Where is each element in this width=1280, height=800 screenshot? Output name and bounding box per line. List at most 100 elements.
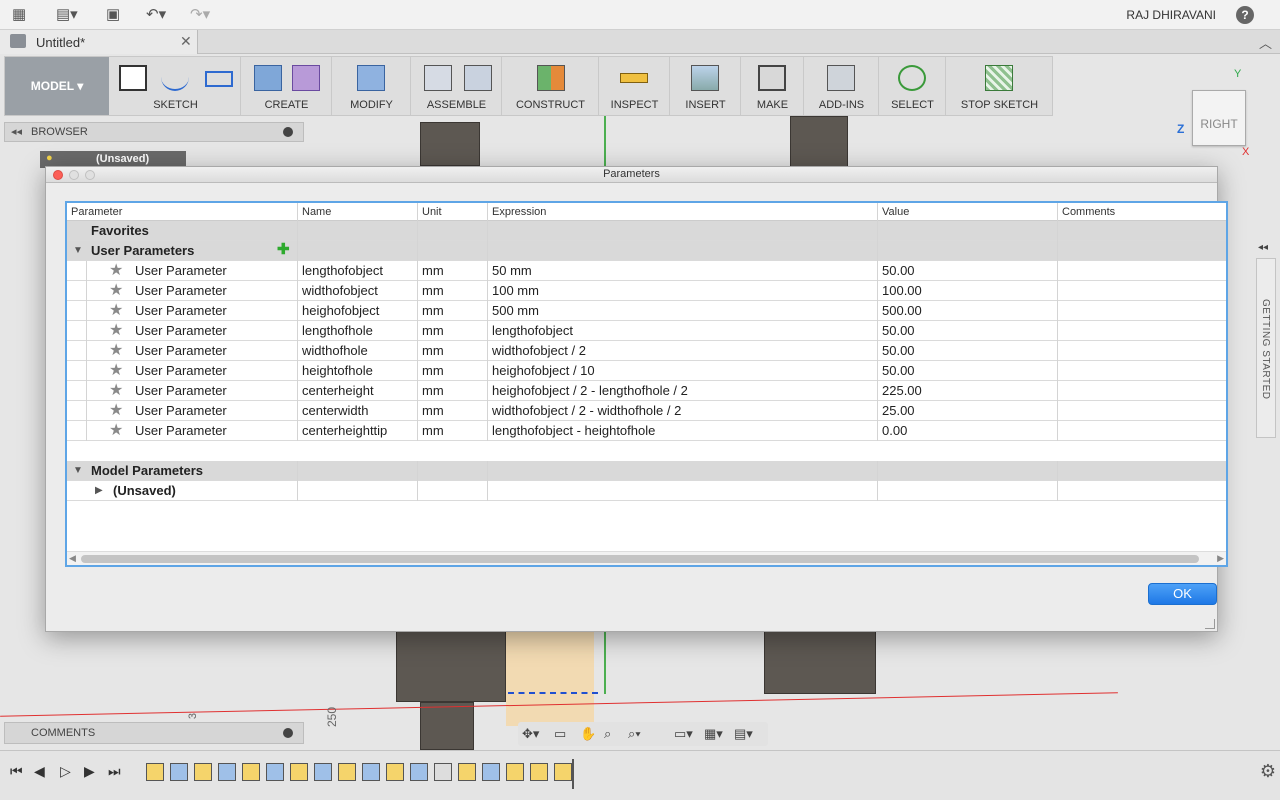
expand-panel-icon[interactable]: ◂◂ xyxy=(1258,242,1268,253)
scrollbar-thumb[interactable] xyxy=(81,555,1199,563)
timeline-feature[interactable] xyxy=(314,763,332,781)
column-header-value[interactable]: Value xyxy=(878,203,1058,221)
measure-icon[interactable] xyxy=(620,73,648,83)
dialog-titlebar[interactable]: Parameters xyxy=(46,167,1217,183)
document-tab[interactable]: Untitled* ✕ xyxy=(0,30,198,54)
fit-icon[interactable]: ⌕▾ xyxy=(628,726,641,742)
look-at-icon[interactable]: ▭ xyxy=(554,726,566,742)
add-parameter-icon[interactable]: ✚ xyxy=(277,241,290,259)
stop-sketch-group[interactable]: STOP SKETCH xyxy=(947,57,1052,115)
save-icon[interactable]: ▣ xyxy=(106,6,120,24)
expression-cell[interactable]: 50 mm xyxy=(488,261,878,281)
timeline-feature[interactable] xyxy=(266,763,284,781)
close-icon[interactable]: ✕ xyxy=(180,33,192,50)
select-lasso-icon[interactable] xyxy=(898,65,926,91)
name-cell[interactable]: widthofhole xyxy=(298,341,418,361)
new-component-icon[interactable] xyxy=(424,65,452,91)
display-settings-icon[interactable]: ▭▾ xyxy=(674,726,693,742)
collapse-panel-icon[interactable]: ◂◂ xyxy=(11,125,22,138)
timeline-feature[interactable] xyxy=(554,763,572,781)
table-row[interactable]: ★ User Parameter centerheighttip mm lengthof… xyxy=(67,421,1226,441)
create-group[interactable]: CREATE xyxy=(242,57,332,115)
table-row[interactable]: ★ User Parameter widthofobject mm 100 mm 100.… xyxy=(67,281,1226,301)
model-parameters-section-row[interactable]: ▼ Model Parameters xyxy=(67,461,1226,481)
table-row[interactable]: ★ User Parameter centerwidth mm widthofobjec… xyxy=(67,401,1226,421)
column-header-name[interactable]: Name xyxy=(298,203,418,221)
browser-panel-header[interactable]: ◂◂ BROWSER xyxy=(4,122,304,142)
name-cell[interactable]: centerheight xyxy=(298,381,418,401)
timeline-feature[interactable] xyxy=(146,763,164,781)
resize-grip[interactable] xyxy=(1205,619,1215,629)
timeline-feature[interactable] xyxy=(434,763,452,781)
expression-cell[interactable]: lengthofobject - heightofhole xyxy=(488,421,878,441)
table-row[interactable]: ★ User Parameter widthofhole mm widthofobjec… xyxy=(67,341,1226,361)
horizontal-scrollbar[interactable]: ◀ ▶ xyxy=(67,551,1226,565)
form-icon[interactable] xyxy=(292,65,320,91)
timeline-feature[interactable] xyxy=(482,763,500,781)
timeline-marker[interactable] xyxy=(572,759,574,789)
timeline-feature[interactable] xyxy=(458,763,476,781)
model-component-row[interactable]: ▶ (Unsaved) xyxy=(67,481,1226,501)
scroll-left-icon[interactable]: ◀ xyxy=(69,553,76,564)
name-cell[interactable]: centerheighttip xyxy=(298,421,418,441)
expression-cell[interactable]: 100 mm xyxy=(488,281,878,301)
create-sketch-icon[interactable] xyxy=(119,65,147,91)
expression-cell[interactable]: 500 mm xyxy=(488,301,878,321)
expression-cell[interactable]: heighofobject / 10 xyxy=(488,361,878,381)
user-parameters-section-row[interactable]: ▼ User Parameters ✚ xyxy=(67,241,1226,261)
play-icon[interactable]: ▷ xyxy=(60,763,71,780)
apps-grid-icon[interactable]: ▦ xyxy=(12,6,26,24)
orbit-icon[interactable]: ✥▾ xyxy=(522,726,539,742)
timeline-feature[interactable] xyxy=(218,763,236,781)
timeline-feature[interactable] xyxy=(530,763,548,781)
visibility-bulb-icon[interactable]: ● xyxy=(46,152,53,164)
name-cell[interactable]: widthofobject xyxy=(298,281,418,301)
column-header-comments[interactable]: Comments xyxy=(1058,203,1226,221)
timeline-feature[interactable] xyxy=(170,763,188,781)
timeline-feature[interactable] xyxy=(338,763,356,781)
assemble-group[interactable]: ASSEMBLE xyxy=(412,57,502,115)
table-row[interactable]: ★ User Parameter lengthofobject mm 50 mm 50.0… xyxy=(67,261,1226,281)
collapse-triangle-icon[interactable]: ▼ xyxy=(73,241,83,261)
inspect-group[interactable]: INSPECT xyxy=(600,57,670,115)
parameters-table[interactable]: Parameter Name Unit Expression Value Com… xyxy=(65,201,1228,567)
redo-icon[interactable]: ↷▾ xyxy=(190,6,210,24)
press-pull-icon[interactable] xyxy=(357,65,385,91)
help-icon[interactable]: ? xyxy=(1236,6,1254,24)
timeline-feature[interactable] xyxy=(386,763,404,781)
name-cell[interactable]: lengthofhole xyxy=(298,321,418,341)
sketch-group[interactable]: SKETCH xyxy=(111,57,241,115)
timeline-feature[interactable] xyxy=(506,763,524,781)
timeline-feature[interactable] xyxy=(290,763,308,781)
expression-cell[interactable]: widthofobject / 2 - widthofhole / 2 xyxy=(488,401,878,421)
ok-button[interactable]: OK xyxy=(1148,583,1217,605)
file-menu-icon[interactable]: ▤▾ xyxy=(56,6,78,24)
go-to-start-icon[interactable]: ⏮ xyxy=(10,763,23,780)
panel-options-icon[interactable] xyxy=(283,127,293,137)
3d-print-icon[interactable] xyxy=(758,65,786,91)
workspace-switcher[interactable]: MODEL ▾ xyxy=(5,57,109,115)
undo-icon[interactable]: ↶▾ xyxy=(146,6,166,24)
expression-cell[interactable]: widthofobject / 2 xyxy=(488,341,878,361)
extrude-icon[interactable] xyxy=(254,65,282,91)
go-to-end-icon[interactable]: ⏭ xyxy=(108,763,121,780)
collapse-triangle-icon[interactable]: ▼ xyxy=(73,461,83,481)
viewports-icon[interactable]: ▤▾ xyxy=(734,726,753,742)
select-group[interactable]: SELECT xyxy=(880,57,946,115)
view-cube-face[interactable]: RIGHT xyxy=(1193,117,1245,131)
pan-icon[interactable]: ✋ xyxy=(580,726,596,742)
column-header-unit[interactable]: Unit xyxy=(418,203,488,221)
expression-cell[interactable]: lengthofobject xyxy=(488,321,878,341)
table-row[interactable]: ★ User Parameter heighofobject mm 500 mm 500.… xyxy=(67,301,1226,321)
scripts-icon[interactable] xyxy=(827,65,855,91)
timeline-feature[interactable] xyxy=(242,763,260,781)
favorites-section-row[interactable]: Favorites xyxy=(67,221,1226,241)
comments-panel[interactable]: COMMENTS xyxy=(4,722,304,744)
chevron-up-icon[interactable]: ︿ xyxy=(1259,33,1272,52)
user-menu[interactable]: RAJ DHIRAVANI xyxy=(1126,8,1216,22)
make-group[interactable]: MAKE xyxy=(742,57,804,115)
name-cell[interactable]: heighofobject xyxy=(298,301,418,321)
step-forward-icon[interactable]: ▶ xyxy=(84,763,95,780)
offset-plane-icon[interactable] xyxy=(537,65,565,91)
table-row[interactable]: ★ User Parameter centerheight mm heighofobje… xyxy=(67,381,1226,401)
